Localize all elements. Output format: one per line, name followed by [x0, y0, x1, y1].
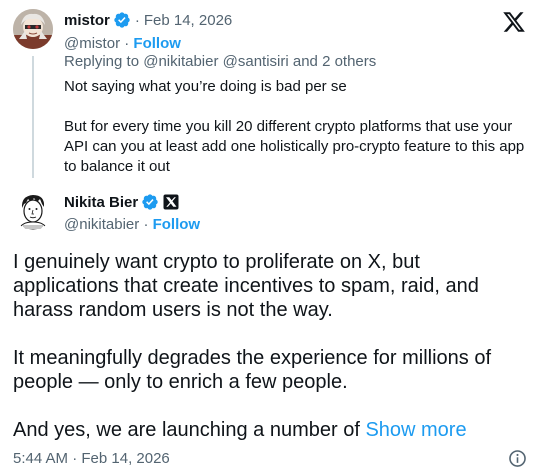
author-name[interactable]: mistor [64, 12, 110, 29]
tweet-paragraph: I genuinely want crypto to proliferate o… [13, 251, 479, 321]
verified-badge-icon [114, 12, 130, 28]
tweet-date[interactable]: Feb 14, 2026 [144, 12, 232, 29]
verified-badge-icon [142, 194, 158, 210]
show-more-link[interactable]: Show more [365, 419, 466, 441]
main-handle-row: @nikitabier · Follow [64, 214, 200, 234]
x-logo-icon[interactable] [501, 10, 527, 34]
avatar-nikitabier[interactable] [13, 190, 53, 230]
follow-button[interactable]: Follow [133, 35, 181, 52]
tweet-paragraph: Not saying what you’re doing is bad per … [64, 78, 347, 95]
tweet-paragraph: It meaningfully degrades the experience … [13, 347, 492, 393]
author-name[interactable]: Nikita Bier [64, 194, 138, 211]
tweet-embed: mistor · Feb 14, 2026 @mistor · Follow R… [0, 0, 539, 476]
info-icon[interactable] [508, 449, 527, 468]
avatar-mistor[interactable] [13, 9, 53, 49]
tweet-paragraph: But for every time you kill 20 different… [64, 118, 525, 175]
follow-button[interactable]: Follow [153, 216, 201, 233]
tweet-paragraph-truncated: And yes, we are launching a number of Sh… [13, 418, 529, 442]
separator-dot: · [134, 11, 140, 29]
parent-tweet-text: Not saying what you’re doing is bad per … [64, 77, 530, 177]
x-affiliation-badge-icon[interactable] [163, 194, 179, 210]
author-handle[interactable]: @nikitabier [64, 216, 139, 233]
main-author-row: Nikita Bier [64, 192, 179, 212]
truncated-text: And yes, we are launching a number of [13, 419, 360, 441]
main-tweet-text: I genuinely want crypto to proliferate o… [13, 250, 529, 442]
parent-handle-row: @mistor · Follow [64, 33, 181, 53]
author-handle[interactable]: @mistor [64, 35, 120, 52]
tweet-timestamp[interactable]: 5:44 AM · Feb 14, 2026 [13, 450, 170, 467]
parent-author-row: mistor · Feb 14, 2026 [64, 10, 232, 30]
separator-dot: · [143, 215, 149, 233]
replying-to-text[interactable]: Replying to @nikitabier @santisiri and 2… [64, 53, 376, 70]
thread-connector-line [32, 56, 34, 178]
separator-dot: · [124, 34, 130, 52]
